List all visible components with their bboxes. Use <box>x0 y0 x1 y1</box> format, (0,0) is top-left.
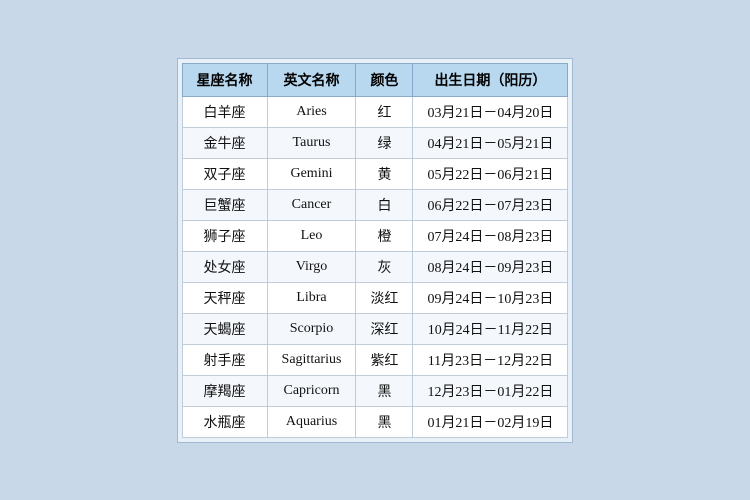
table-cell: Aquarius <box>267 406 356 437</box>
table-cell: 03月21日－04月20日 <box>413 96 568 127</box>
table-row: 狮子座Leo橙07月24日－08月23日 <box>182 220 568 251</box>
table-cell: Cancer <box>267 189 356 220</box>
table-cell: 白羊座 <box>182 96 267 127</box>
table-cell: 04月21日－05月21日 <box>413 127 568 158</box>
table-cell: 06月22日－07月23日 <box>413 189 568 220</box>
table-cell: 红 <box>356 96 413 127</box>
table-cell: 05月22日－06月21日 <box>413 158 568 189</box>
table-cell: 绿 <box>356 127 413 158</box>
table-row: 巨蟹座Cancer白06月22日－07月23日 <box>182 189 568 220</box>
table-header-row: 星座名称英文名称颜色出生日期（阳历） <box>182 63 568 96</box>
column-header: 出生日期（阳历） <box>413 63 568 96</box>
table-cell: 11月23日－12月22日 <box>413 344 568 375</box>
table-cell: 摩羯座 <box>182 375 267 406</box>
table-cell: Libra <box>267 282 356 313</box>
table-cell: 双子座 <box>182 158 267 189</box>
table-row: 天蝎座Scorpio深红10月24日－11月22日 <box>182 313 568 344</box>
table-row: 射手座Sagittarius紫红11月23日－12月22日 <box>182 344 568 375</box>
table-cell: Taurus <box>267 127 356 158</box>
table-row: 金牛座Taurus绿04月21日－05月21日 <box>182 127 568 158</box>
table-cell: 01月21日－02月19日 <box>413 406 568 437</box>
table-cell: 灰 <box>356 251 413 282</box>
column-header: 星座名称 <box>182 63 267 96</box>
table-cell: 08月24日－09月23日 <box>413 251 568 282</box>
table-cell: 水瓶座 <box>182 406 267 437</box>
table-cell: 巨蟹座 <box>182 189 267 220</box>
table-cell: 天秤座 <box>182 282 267 313</box>
table-cell: 07月24日－08月23日 <box>413 220 568 251</box>
table-cell: 黑 <box>356 406 413 437</box>
table-cell: Virgo <box>267 251 356 282</box>
table-cell: Scorpio <box>267 313 356 344</box>
table-row: 摩羯座Capricorn黑12月23日－01月22日 <box>182 375 568 406</box>
table-row: 处女座Virgo灰08月24日－09月23日 <box>182 251 568 282</box>
table-cell: 射手座 <box>182 344 267 375</box>
table-cell: Capricorn <box>267 375 356 406</box>
table-row: 白羊座Aries红03月21日－04月20日 <box>182 96 568 127</box>
zodiac-table: 星座名称英文名称颜色出生日期（阳历） 白羊座Aries红03月21日－04月20… <box>182 63 569 438</box>
table-cell: 狮子座 <box>182 220 267 251</box>
column-header: 颜色 <box>356 63 413 96</box>
table-cell: 处女座 <box>182 251 267 282</box>
table-cell: Sagittarius <box>267 344 356 375</box>
table-cell: 10月24日－11月22日 <box>413 313 568 344</box>
table-cell: 白 <box>356 189 413 220</box>
table-cell: 09月24日－10月23日 <box>413 282 568 313</box>
table-cell: Gemini <box>267 158 356 189</box>
table-cell: 12月23日－01月22日 <box>413 375 568 406</box>
table-row: 双子座Gemini黄05月22日－06月21日 <box>182 158 568 189</box>
table-row: 天秤座Libra淡红09月24日－10月23日 <box>182 282 568 313</box>
table-cell: 黄 <box>356 158 413 189</box>
table-cell: 紫红 <box>356 344 413 375</box>
table-cell: 橙 <box>356 220 413 251</box>
table-cell: 深红 <box>356 313 413 344</box>
table-row: 水瓶座Aquarius黑01月21日－02月19日 <box>182 406 568 437</box>
table-cell: Aries <box>267 96 356 127</box>
table-cell: 黑 <box>356 375 413 406</box>
table-cell: Leo <box>267 220 356 251</box>
table-cell: 淡红 <box>356 282 413 313</box>
zodiac-table-wrapper: 星座名称英文名称颜色出生日期（阳历） 白羊座Aries红03月21日－04月20… <box>177 58 574 443</box>
table-cell: 天蝎座 <box>182 313 267 344</box>
column-header: 英文名称 <box>267 63 356 96</box>
table-cell: 金牛座 <box>182 127 267 158</box>
